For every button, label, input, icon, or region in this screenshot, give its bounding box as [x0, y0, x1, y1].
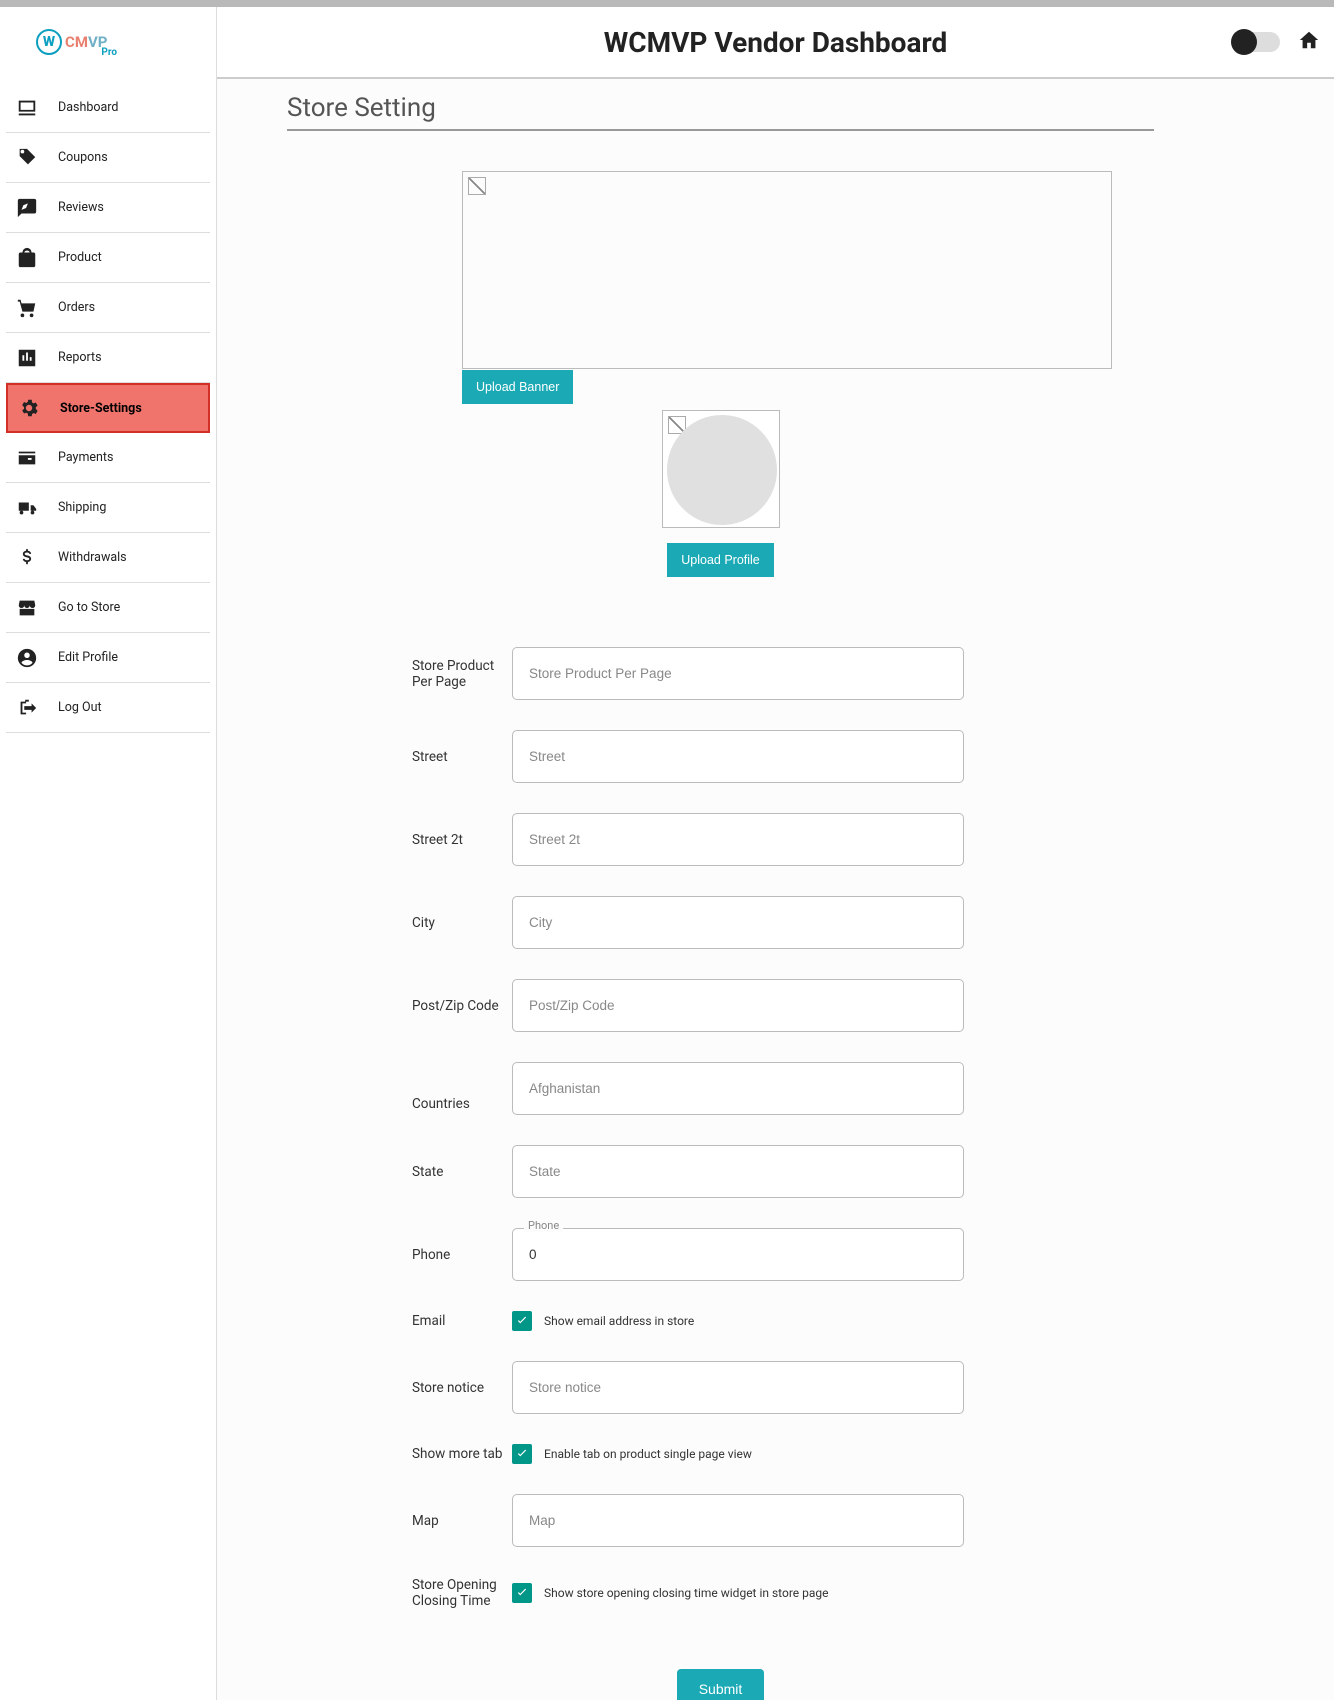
header: WCMVP Vendor Dashboard	[217, 7, 1334, 79]
label-map: Map	[287, 1513, 512, 1529]
submit-button[interactable]: Submit	[677, 1669, 765, 1700]
dollar-icon	[14, 547, 58, 569]
upload-banner-button[interactable]: Upload Banner	[462, 370, 573, 404]
sidebar-item-go-to-store[interactable]: Go to Store	[6, 583, 210, 633]
label-countries: Countries	[287, 1062, 512, 1112]
sidebar-item-label: Payments	[58, 450, 113, 465]
review-icon	[14, 197, 58, 219]
logout-icon	[14, 697, 58, 719]
sidebar-item-product[interactable]: Product	[6, 233, 210, 283]
label-show-more-tab: Show more tab	[287, 1446, 512, 1462]
broken-image-icon	[468, 177, 486, 195]
cart-icon	[14, 297, 58, 319]
home-icon[interactable]	[1298, 29, 1320, 55]
state-input[interactable]	[512, 1145, 964, 1198]
label-state: State	[287, 1164, 512, 1180]
profile-preview	[662, 410, 780, 528]
sidebar-item-reports[interactable]: Reports	[6, 333, 210, 383]
sidebar-item-label: Orders	[58, 300, 95, 315]
label-phone: Phone	[287, 1247, 512, 1263]
user-icon	[14, 647, 58, 669]
label-city: City	[287, 915, 512, 931]
city-input[interactable]	[512, 896, 964, 949]
map-input[interactable]	[512, 1494, 964, 1547]
sidebar: W CMVPPro Dashboard Coupons Reviews P	[0, 7, 217, 1700]
label-products-per-page: Store Product Per Page	[287, 658, 512, 690]
sidebar-item-withdrawals[interactable]: Withdrawals	[6, 533, 210, 583]
sidebar-item-label: Product	[58, 250, 102, 265]
toggle-knob	[1231, 29, 1257, 55]
sidebar-item-shipping[interactable]: Shipping	[6, 483, 210, 533]
sidebar-item-orders[interactable]: Orders	[6, 283, 210, 333]
email-checkbox[interactable]	[512, 1311, 532, 1331]
sidebar-item-label: Shipping	[58, 500, 106, 515]
sidebar-item-label: Withdrawals	[58, 550, 127, 565]
logo-text: CMVPPro	[65, 33, 123, 51]
countries-select[interactable]	[512, 1062, 964, 1115]
sidebar-item-store-settings[interactable]: Store-Settings	[6, 383, 210, 433]
profile-circle	[667, 415, 777, 525]
sidebar-nav: Dashboard Coupons Reviews Product Orders…	[0, 77, 216, 739]
chart-icon	[14, 347, 58, 369]
sidebar-item-label: Log Out	[58, 700, 102, 715]
label-street2: Street 2t	[287, 832, 512, 848]
label-street: Street	[287, 749, 512, 765]
phone-input[interactable]	[512, 1228, 964, 1281]
page-header-title: WCMVP Vendor Dashboard	[604, 26, 947, 59]
bag-icon	[14, 247, 58, 269]
sidebar-item-label: Coupons	[58, 150, 108, 165]
label-opening-closing: Store Opening Closing Time	[287, 1577, 512, 1609]
tag-icon	[14, 147, 58, 169]
street2-input[interactable]	[512, 813, 964, 866]
main: WCMVP Vendor Dashboard Store Setting Upl…	[217, 7, 1334, 1700]
upload-profile-button[interactable]: Upload Profile	[667, 543, 774, 577]
sidebar-item-label: Reports	[58, 350, 102, 365]
truck-icon	[14, 497, 58, 519]
label-email: Email	[287, 1313, 512, 1329]
label-store-notice: Store notice	[287, 1380, 512, 1396]
monitor-icon	[14, 97, 58, 119]
sidebar-item-dashboard[interactable]: Dashboard	[6, 83, 210, 133]
wallet-icon	[14, 447, 58, 469]
show-more-tab-checkbox[interactable]	[512, 1444, 532, 1464]
sidebar-item-label: Reviews	[58, 200, 104, 215]
sidebar-item-label: Go to Store	[58, 600, 120, 615]
logo: W CMVPPro	[0, 7, 216, 77]
opening-closing-checkbox[interactable]	[512, 1583, 532, 1603]
street-input[interactable]	[512, 730, 964, 783]
sidebar-item-payments[interactable]: Payments	[6, 433, 210, 483]
sidebar-item-label: Store-Settings	[60, 401, 142, 416]
phone-legend: Phone	[524, 1219, 563, 1232]
window-top-bar	[0, 0, 1334, 7]
sidebar-item-reviews[interactable]: Reviews	[6, 183, 210, 233]
products-per-page-input[interactable]	[512, 647, 964, 700]
email-checkbox-label: Show email address in store	[544, 1314, 694, 1328]
sidebar-item-logout[interactable]: Log Out	[6, 683, 210, 733]
logo-mark: W	[36, 29, 62, 55]
sidebar-item-label: Dashboard	[58, 100, 118, 115]
page-title: Store Setting	[287, 93, 1154, 131]
store-notice-input[interactable]	[512, 1361, 964, 1414]
gear-icon	[16, 397, 60, 419]
sidebar-item-label: Edit Profile	[58, 650, 118, 665]
show-more-tab-checkbox-label: Enable tab on product single page view	[544, 1447, 752, 1461]
sidebar-item-edit-profile[interactable]: Edit Profile	[6, 633, 210, 683]
zip-input[interactable]	[512, 979, 964, 1032]
label-zip: Post/Zip Code	[287, 998, 512, 1014]
sidebar-item-coupons[interactable]: Coupons	[6, 133, 210, 183]
theme-toggle[interactable]	[1234, 32, 1280, 52]
banner-preview	[462, 171, 1112, 369]
store-icon	[14, 597, 58, 619]
opening-closing-checkbox-label: Show store opening closing time widget i…	[544, 1586, 828, 1600]
